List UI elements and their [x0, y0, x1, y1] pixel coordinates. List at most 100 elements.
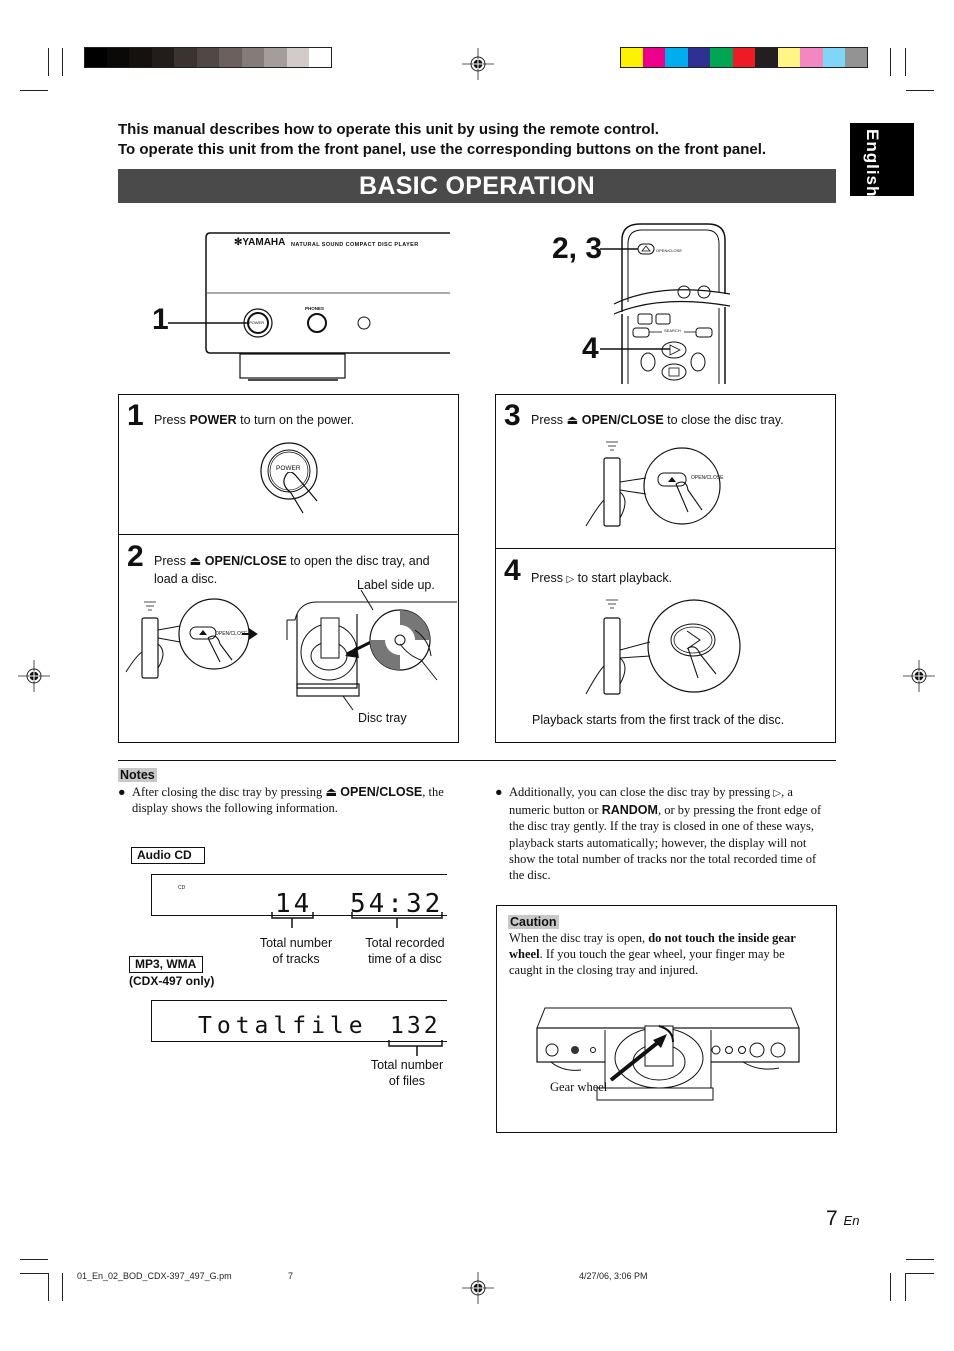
power-button-label: POWER: [249, 320, 265, 325]
page-title: BASIC OPERATION: [118, 169, 836, 203]
text: to turn on the power.: [236, 413, 355, 427]
bullet-icon: ●: [495, 785, 503, 799]
step-3-text: Press ⏏ OPEN/CLOSE to close the disc tra…: [531, 411, 784, 429]
note-1: ● After closing the disc tray by pressin…: [118, 784, 463, 816]
color-swatch: [219, 47, 242, 68]
gear-wheel-caption: Gear wheel: [550, 1080, 608, 1094]
crop-mark: [906, 1273, 934, 1274]
text: the disc.: [509, 868, 551, 883]
color-swatch: [174, 47, 197, 68]
intro-line-2: To operate this unit from the front pane…: [118, 140, 767, 158]
color-swatch: [822, 47, 845, 68]
brand-name: YAMAHA: [242, 237, 286, 248]
disc-tray-caption: Disc tray: [358, 711, 407, 725]
crop-mark: [890, 1273, 891, 1301]
remote-close-tray-illustration: [585, 441, 721, 527]
notes-heading: Notes: [118, 766, 157, 784]
text: Additionally, you can close the disc tra…: [509, 785, 774, 799]
text: After closing the disc tray by pressing: [132, 785, 326, 799]
text: load a disc.: [154, 572, 218, 586]
model-text: NATURAL SOUND COMPACT DISC PLAYER: [291, 242, 419, 248]
notes-heading-text: Notes: [118, 768, 157, 782]
warning-emphasis: wheel: [509, 947, 540, 962]
color-swatch: [286, 47, 309, 68]
color-swatch: [151, 47, 174, 68]
text: Press: [531, 413, 567, 427]
crop-mark: [890, 48, 891, 76]
disc-loading-illustration: [286, 589, 457, 711]
registration-mark-top: [462, 48, 494, 80]
open-close-button-label: OPEN/CLOSE: [691, 475, 724, 481]
text: Press: [531, 571, 567, 585]
crop-mark: [906, 1259, 934, 1260]
crop-mark: [905, 48, 906, 76]
text: , a: [781, 785, 793, 799]
text: the disc tray gently. If the tray is clo…: [509, 819, 815, 834]
totalfile-display: Totalfile: [198, 1013, 368, 1039]
crop-mark: [48, 1273, 49, 1301]
open-close-key-name: OPEN/CLOSE: [581, 413, 664, 427]
crop-mark: [20, 1259, 48, 1260]
step-4-number: 4: [504, 554, 521, 587]
divider: [495, 548, 836, 549]
text: , the: [422, 785, 444, 799]
footer-page: 7: [288, 1271, 294, 1281]
step-2-number: 2: [127, 540, 144, 573]
registration-mark-bottom: [462, 1272, 494, 1304]
color-swatch: [687, 47, 710, 68]
notes-divider: [118, 760, 836, 761]
remote-play-illustration: [585, 599, 741, 695]
time-caption: Total recorded time of a disc: [360, 936, 450, 967]
text: caught in the closing tray and injured.: [509, 963, 699, 978]
crop-mark: [62, 1273, 63, 1301]
text: show the total number of tracks nor the …: [509, 851, 817, 866]
open-close-key-name: OPEN/CLOSE: [204, 554, 287, 568]
footer-filename: 01_En_02_BOD_CDX-397_497_G.pm: [77, 1271, 232, 1281]
step-3-number: 3: [504, 399, 521, 432]
language-tab-label: English: [863, 129, 882, 198]
label-side-up-caption: Label side up.: [357, 578, 435, 592]
open-close-button-label: OPEN/CLOSE: [215, 631, 248, 637]
page-number-value: 7: [826, 1207, 838, 1230]
callout-play: 4: [582, 332, 599, 365]
cd-indicator: CD: [178, 885, 186, 891]
tracks-caption: Total number of tracks: [255, 936, 337, 967]
eject-icon: ⏏: [189, 554, 202, 568]
warning-emphasis: do not touch the inside gear: [648, 931, 796, 945]
page-language: En: [843, 1213, 860, 1228]
text: numeric button or: [509, 803, 602, 818]
remote-illustration: [600, 223, 731, 384]
crop-mark: [20, 1273, 48, 1274]
text: of tracks: [272, 951, 320, 966]
color-swatch: [264, 47, 287, 68]
brand-logo: ✻YAMAHA: [234, 237, 286, 248]
registration-mark-left: [18, 660, 50, 692]
text: , or by pressing the front edge of: [657, 803, 822, 818]
power-button-press-illustration: [260, 442, 318, 514]
files-caption: Total number of files: [365, 1058, 449, 1089]
callout-open-close: 2, 3: [552, 232, 603, 265]
text: to open the disc tray, and: [286, 554, 430, 568]
front-panel-illustration: [168, 232, 450, 381]
language-tab: English: [850, 123, 914, 198]
text: Total recorded: [365, 936, 445, 950]
color-swatch: [309, 47, 332, 68]
eject-icon: ⏏: [566, 413, 579, 427]
eject-icon: ⏏: [325, 785, 338, 799]
step-4-text: Press ▷ to start playback.: [531, 569, 672, 589]
color-swatch: [196, 47, 219, 68]
text: to start playback.: [577, 571, 673, 585]
bullet-icon: ●: [118, 785, 126, 799]
note-2: ● Additionally, you can close the disc t…: [495, 784, 840, 883]
text: Total number: [370, 1058, 444, 1072]
intro-line-1: This manual describes how to operate thi…: [118, 121, 659, 138]
footer-date: 4/27/06, 3:06 PM: [579, 1271, 648, 1281]
caution-heading: Caution: [508, 913, 559, 931]
play-icon: ▷: [773, 788, 782, 799]
color-swatch: [665, 47, 688, 68]
cdx-497-only-note: (CDX-497 only): [129, 974, 215, 988]
file-count-display: 132: [390, 1013, 441, 1039]
mp3-wma-label: MP3, WMA: [129, 956, 203, 973]
color-swatch: [845, 47, 868, 68]
power-key-name: POWER: [189, 413, 237, 427]
